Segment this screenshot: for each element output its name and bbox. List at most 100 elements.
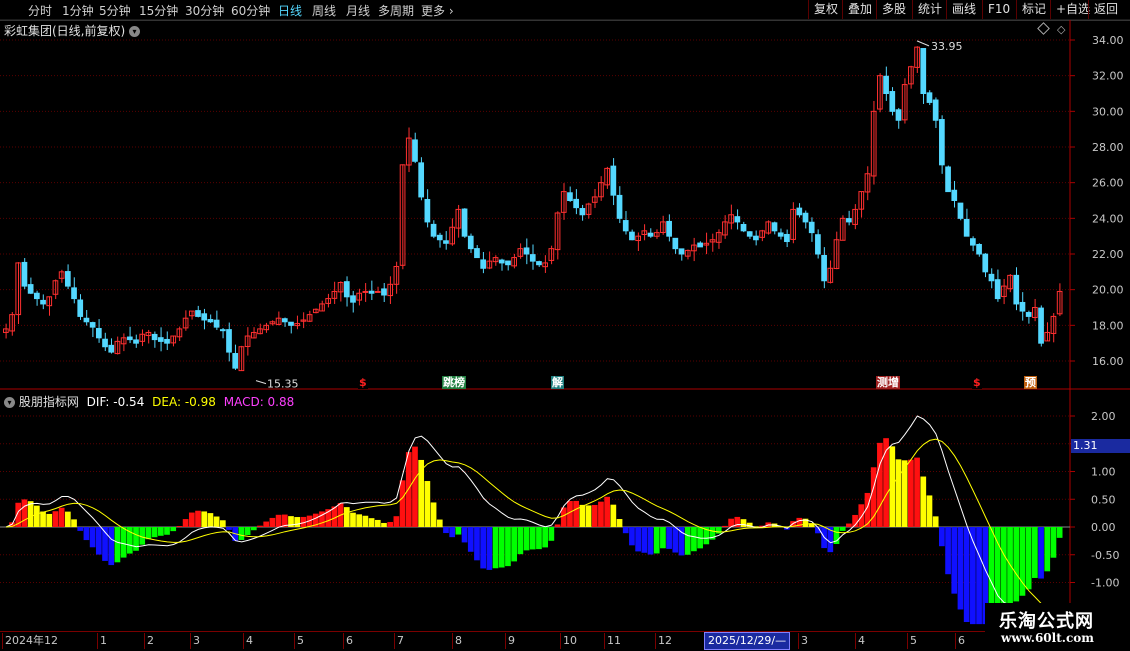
macd-bar xyxy=(356,514,363,527)
macd-bar xyxy=(195,510,201,527)
price-tick-label: 18.00 xyxy=(1092,319,1124,332)
macd-bar xyxy=(71,519,77,527)
annotations: 33.95 15.35 xyxy=(255,40,963,391)
watermark-line1: 乐淘公式网 xyxy=(999,611,1094,632)
candle-body xyxy=(976,243,982,255)
candle-body xyxy=(133,339,139,344)
macd-bar xyxy=(412,446,418,527)
candle-body xyxy=(40,299,46,305)
date-axis: 2024年12 1 2 3 4 5 6 7 8 9 10 11 12 3 4 5 6 2025/12/29/— xyxy=(0,631,1070,651)
macd-tick-label: -1.00 xyxy=(1091,577,1119,590)
macd-bar xyxy=(207,513,214,527)
macd-bar xyxy=(46,513,53,527)
macd-bar xyxy=(722,525,728,527)
candle-body xyxy=(436,234,443,241)
signal-marker-4: $ xyxy=(972,376,982,389)
date-label-10: 10 xyxy=(560,633,577,649)
macd-bar xyxy=(914,457,920,527)
candle-body xyxy=(951,189,958,201)
macd-bar xyxy=(33,505,40,527)
macd-bar xyxy=(957,527,964,610)
settings-icon[interactable]: ◇ xyxy=(1057,23,1065,36)
macd-bar xyxy=(381,522,387,527)
candle-body xyxy=(753,235,759,241)
candle-body xyxy=(1013,274,1020,305)
watermark-line2: www.60lt.com xyxy=(1001,631,1094,645)
candle-body xyxy=(920,48,927,94)
date-label-7: 7 xyxy=(394,633,404,649)
candle-body xyxy=(21,261,28,287)
price-tick-label: 28.00 xyxy=(1092,141,1124,154)
candle-body xyxy=(567,192,573,201)
macd-bar xyxy=(362,515,369,527)
candle-body xyxy=(219,329,226,332)
macd-tick-label: 1.00 xyxy=(1091,466,1116,479)
macd-bar xyxy=(275,514,282,527)
signal-marker-5: 预 xyxy=(1024,376,1037,389)
macd-bar xyxy=(40,511,46,527)
candle-body xyxy=(89,322,96,328)
macd-bar xyxy=(920,476,927,527)
macd-bar xyxy=(343,507,350,527)
macd-current-text: 1.31 xyxy=(1073,439,1098,452)
candle-body xyxy=(883,75,889,94)
candle-body xyxy=(573,198,579,209)
macd-bar xyxy=(616,519,623,527)
price-tick-label: 32.00 xyxy=(1092,70,1124,83)
macd-bar xyxy=(691,527,697,552)
macd-bar xyxy=(548,527,555,541)
candle-body xyxy=(796,207,803,216)
price-tick-label: 20.00 xyxy=(1092,284,1124,297)
macd-bar xyxy=(164,527,170,535)
macd-current-value: 1.31 xyxy=(1071,439,1130,453)
macd-bar xyxy=(461,527,468,543)
date-label-8: 8 xyxy=(452,633,462,649)
candle-body xyxy=(746,231,753,237)
price-tick-label: 34.00 xyxy=(1092,34,1124,47)
date-label-9: 9 xyxy=(505,633,515,649)
date-label-3: 3 xyxy=(190,633,200,649)
macd-bar xyxy=(678,527,685,556)
candle-body xyxy=(418,162,425,198)
macd-bar xyxy=(455,527,462,535)
macd-bar xyxy=(492,527,499,569)
candle-body xyxy=(102,338,108,348)
macd-bar xyxy=(95,527,102,555)
macd-bar xyxy=(77,527,84,531)
macd-bar xyxy=(449,527,456,538)
candle-body xyxy=(895,109,902,121)
dif-line xyxy=(5,415,1061,632)
macd-bar xyxy=(250,527,257,531)
candle-body xyxy=(126,336,133,341)
macd-bar xyxy=(629,527,635,546)
macd-tick-label: 2.00 xyxy=(1091,410,1116,423)
chart-canvas[interactable]: 34.0032.0030.0028.0026.0024.0022.0020.00… xyxy=(0,0,1130,650)
macd-bar xyxy=(1038,527,1044,579)
candle-body xyxy=(802,212,809,223)
macd-bar xyxy=(895,459,902,527)
date-label-12: 12 xyxy=(655,633,672,649)
candle-body xyxy=(461,208,468,237)
macd-bar xyxy=(1007,527,1013,607)
macd-bar xyxy=(393,516,400,527)
macd-bar xyxy=(170,527,177,532)
macd-bar xyxy=(120,527,127,558)
date-label-6: 6 xyxy=(343,633,353,649)
candle-body xyxy=(226,329,232,353)
candle-body xyxy=(207,319,214,323)
candle-body xyxy=(83,317,90,323)
price-axis: 34.00 32.00 30.00 28.00 26.00 24.00 22.00 20.00… xyxy=(1070,34,1124,590)
macd-tick-label: 0.50 xyxy=(1091,493,1116,506)
candle-body xyxy=(64,271,71,287)
macd-bar xyxy=(505,527,511,567)
macd-bar xyxy=(151,527,158,538)
candle-body xyxy=(33,292,40,300)
macd-bar xyxy=(939,527,945,547)
macd-bar xyxy=(511,527,518,562)
candle-body xyxy=(77,299,84,317)
macd-bar xyxy=(839,527,846,531)
candle-body xyxy=(1025,312,1032,317)
candle-body xyxy=(734,216,741,223)
macd-bar xyxy=(610,504,617,527)
candle-body xyxy=(412,139,418,162)
